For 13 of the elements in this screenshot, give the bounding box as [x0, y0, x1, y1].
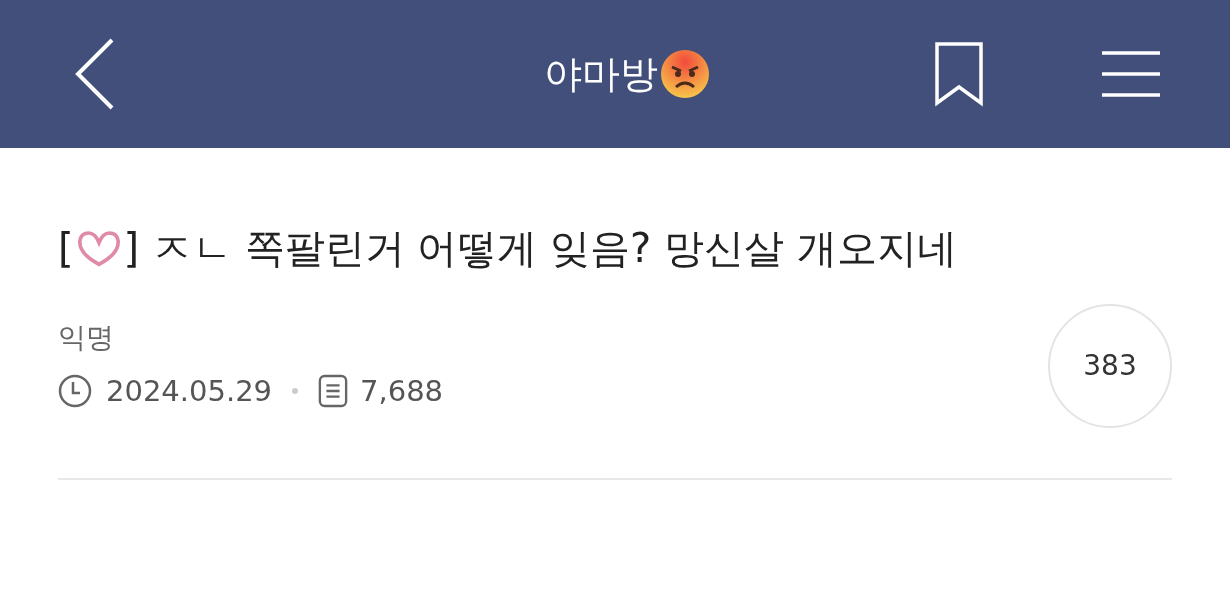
header-title: 야마방	[544, 55, 658, 93]
view-count: 7,688	[360, 376, 444, 406]
angry-face-icon	[660, 49, 710, 99]
clock-icon	[58, 374, 92, 408]
author-name: 익명	[58, 324, 115, 352]
heart-icon	[75, 228, 122, 268]
comment-count[interactable]: 383	[1048, 304, 1172, 428]
menu-icon[interactable]	[1102, 49, 1160, 99]
document-icon	[318, 374, 349, 408]
bookmark-icon[interactable]	[934, 41, 984, 107]
post-date: 2024.05.29	[106, 376, 273, 406]
post-title: ] ㅈㄴ 쪽팔린거 어떻게 잊음? 망신살 개오지네	[123, 228, 957, 268]
title-bracket: [	[58, 228, 74, 268]
